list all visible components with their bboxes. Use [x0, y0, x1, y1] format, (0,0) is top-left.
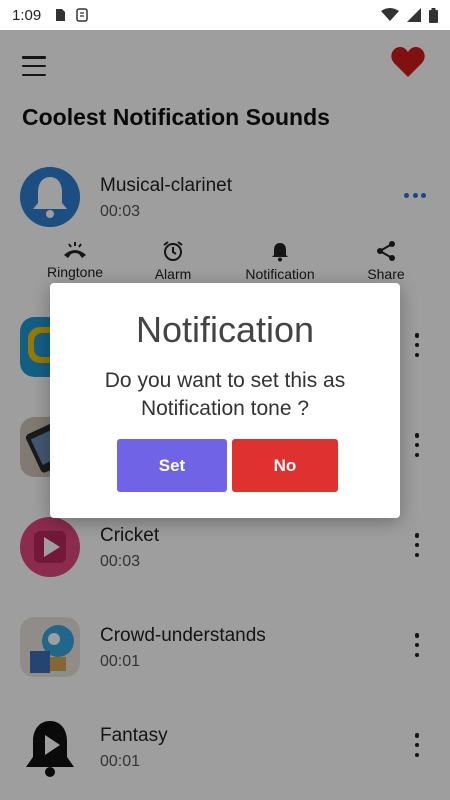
dialog-title: Notification: [135, 309, 315, 350]
set-button[interactable]: Set: [117, 439, 227, 492]
dialog-message: Do you want to set this as Notification …: [104, 369, 346, 420]
battery-icon: [429, 7, 438, 23]
set-tone-dialog: Notification Do you want to set this as …: [50, 283, 400, 518]
wifi-icon: [381, 8, 399, 21]
sim-card-icon: [56, 9, 66, 21]
app-notification-icon: [76, 8, 88, 22]
signal-icon: [407, 8, 421, 22]
status-bar: 1:09: [0, 0, 450, 30]
status-time: 1:09: [12, 6, 42, 24]
no-button[interactable]: No: [232, 439, 338, 492]
